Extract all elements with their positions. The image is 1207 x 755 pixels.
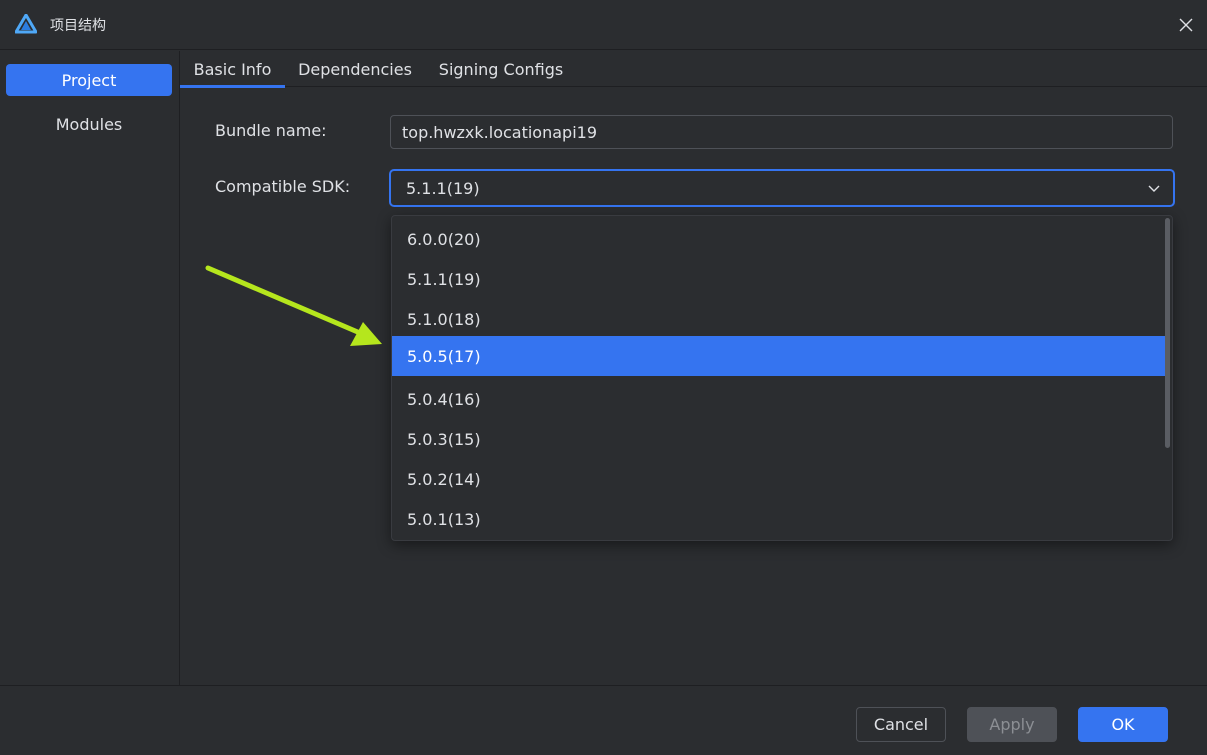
dropdown-option[interactable]: 5.1.0(18) — [392, 299, 1166, 339]
option-label: 5.0.4(16) — [407, 389, 481, 409]
bundle-name-input[interactable] — [390, 115, 1173, 149]
option-label: 5.0.2(14) — [407, 469, 481, 489]
dialog-footer: Cancel Apply OK — [0, 685, 1207, 755]
cancel-button[interactable]: Cancel — [856, 707, 946, 742]
dropdown-scrollbar[interactable] — [1165, 216, 1171, 540]
tab-label: Dependencies — [298, 59, 412, 79]
tab-dependencies[interactable]: Dependencies — [291, 51, 419, 87]
sidebar-item-modules[interactable]: Modules — [6, 108, 172, 140]
compatible-sdk-label: Compatible SDK: — [215, 177, 351, 196]
dropdown-option[interactable]: 5.1.1(19) — [392, 259, 1166, 299]
tab-signing-configs[interactable]: Signing Configs — [431, 51, 571, 87]
sdk-dropdown-list: 6.0.0(20) 5.1.1(19) 5.1.0(18) 5.0.5(17) … — [391, 215, 1173, 541]
tab-bar: Basic Info Dependencies Signing Configs — [180, 51, 1207, 88]
app-logo-icon — [15, 14, 37, 34]
tab-basic-info[interactable]: Basic Info — [180, 51, 285, 88]
apply-button[interactable]: Apply — [967, 707, 1057, 742]
dropdown-option[interactable]: 5.0.4(16) — [392, 379, 1166, 419]
bundle-name-label: Bundle name: — [215, 121, 327, 140]
ok-button[interactable]: OK — [1078, 707, 1168, 742]
dropdown-option[interactable]: 5.0.3(15) — [392, 419, 1166, 459]
close-button[interactable] — [1173, 12, 1199, 38]
option-label: 5.1.1(19) — [407, 269, 481, 289]
option-label: 5.0.1(13) — [407, 509, 481, 529]
close-icon — [1179, 18, 1193, 32]
title-bar: 项目结构 — [0, 0, 1207, 50]
dropdown-option[interactable]: 5.0.2(14) — [392, 459, 1166, 499]
compatible-sdk-select[interactable]: 5.1.1(19) — [389, 169, 1175, 207]
chevron-down-icon — [1148, 185, 1160, 192]
sidebar-item-label: Project — [61, 70, 117, 90]
tab-label: Signing Configs — [438, 59, 564, 79]
sidebar-item-project[interactable]: Project — [6, 64, 172, 96]
project-structure-dialog: 项目结构 Project Modules Basic Info Dependen… — [0, 0, 1207, 755]
dropdown-option-highlighted[interactable]: 5.0.5(17) — [392, 336, 1166, 376]
sidebar-item-label: Modules — [55, 114, 123, 134]
annotation-arrow-icon — [205, 265, 382, 346]
option-label: 5.0.5(17) — [407, 346, 481, 366]
option-label: 5.0.3(15) — [407, 429, 481, 449]
sidebar: Project Modules — [0, 51, 180, 685]
dropdown-option[interactable]: 5.0.1(13) — [392, 499, 1166, 539]
scrollbar-thumb[interactable] — [1165, 218, 1170, 448]
window-title: 项目结构 — [50, 18, 106, 34]
option-label: 5.1.0(18) — [407, 309, 481, 329]
dropdown-option[interactable]: 6.0.0(20) — [392, 219, 1166, 259]
tab-label: Basic Info — [193, 59, 272, 79]
option-label: 6.0.0(20) — [407, 229, 481, 249]
select-value: 5.1.1(19) — [406, 178, 480, 198]
